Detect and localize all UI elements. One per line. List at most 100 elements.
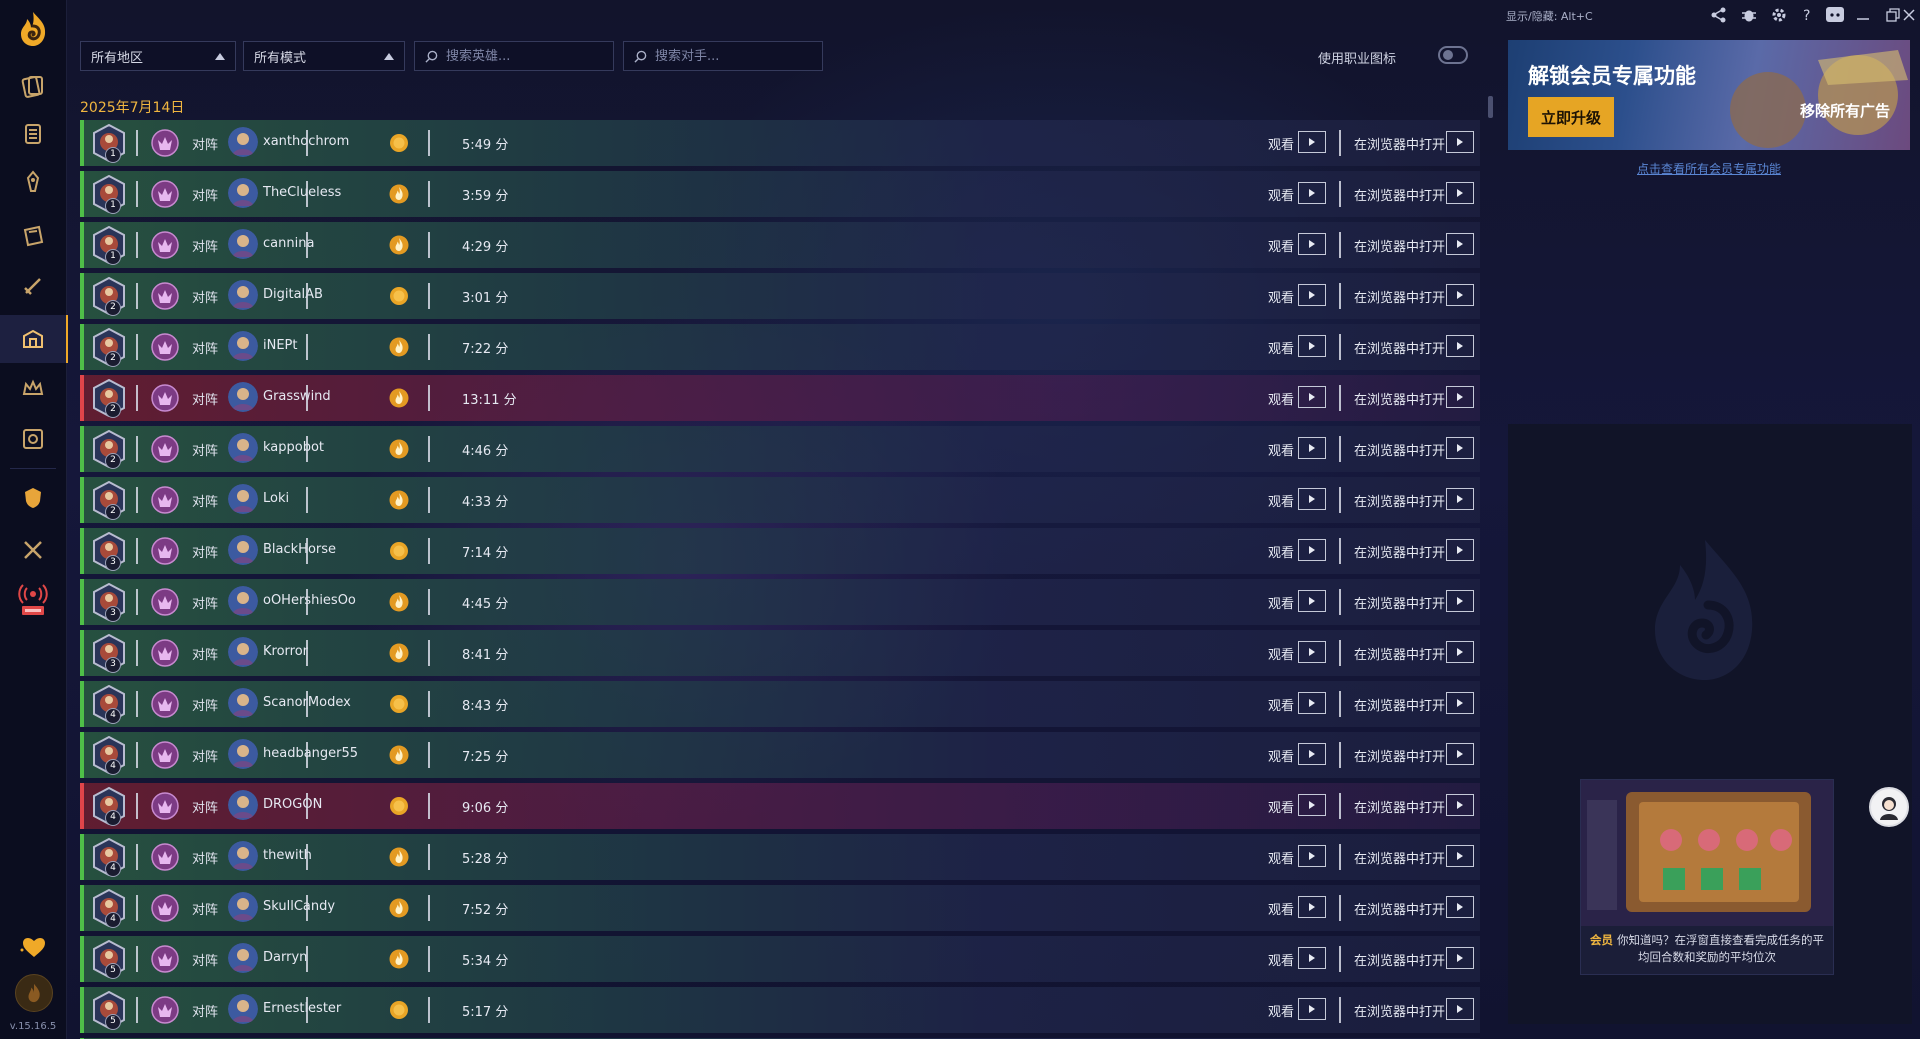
watch-play-button[interactable] bbox=[1298, 947, 1326, 969]
watch-label[interactable]: 观看 bbox=[1268, 185, 1294, 204]
sidebar-item-duels[interactable] bbox=[0, 526, 66, 574]
open-in-browser-button[interactable] bbox=[1446, 437, 1474, 459]
sidebar-item-mercenaries[interactable] bbox=[0, 415, 66, 463]
open-in-browser-button[interactable] bbox=[1446, 641, 1474, 663]
open-in-browser-label[interactable]: 在浏览器中打开 bbox=[1354, 389, 1445, 408]
share-icon[interactable] bbox=[1710, 6, 1728, 24]
open-in-browser-label[interactable]: 在浏览器中打开 bbox=[1354, 338, 1445, 357]
open-in-browser-label[interactable]: 在浏览器中打开 bbox=[1354, 491, 1445, 510]
sidebar-item-replays[interactable] bbox=[0, 315, 68, 363]
open-in-browser-label[interactable]: 在浏览器中打开 bbox=[1354, 134, 1445, 153]
watch-label[interactable]: 观看 bbox=[1268, 542, 1294, 561]
watch-play-button[interactable] bbox=[1298, 182, 1326, 204]
watch-label[interactable]: 观看 bbox=[1268, 797, 1294, 816]
match-row[interactable]: 1 对阵 xanthochrom 5:49 分 观看 在浏览器中打开 bbox=[80, 120, 1480, 166]
match-row[interactable]: 2 对阵 DigitalAB 3:01 分 观看 在浏览器中打开 bbox=[80, 273, 1480, 319]
sidebar-item-arena[interactable] bbox=[0, 474, 66, 522]
open-in-browser-button[interactable] bbox=[1446, 182, 1474, 204]
sidebar-item-favorites[interactable] bbox=[0, 923, 66, 971]
premium-promo-banner[interactable]: 解锁会员专属功能 立即升级 移除所有广告 bbox=[1508, 40, 1910, 150]
watch-play-button[interactable] bbox=[1298, 488, 1326, 510]
open-in-browser-label[interactable]: 在浏览器中打开 bbox=[1354, 287, 1445, 306]
watch-play-button[interactable] bbox=[1298, 233, 1326, 255]
open-in-browser-label[interactable]: 在浏览器中打开 bbox=[1354, 1001, 1445, 1020]
assistant-avatar[interactable] bbox=[1869, 787, 1909, 827]
watch-label[interactable]: 观看 bbox=[1268, 848, 1294, 867]
app-logo-icon[interactable] bbox=[13, 9, 53, 49]
match-row[interactable]: 2 对阵 kappobot 4:46 分 观看 在浏览器中打开 bbox=[80, 426, 1480, 472]
match-row[interactable]: 3 对阵 oOHershiesOo 4:45 分 观看 在浏览器中打开 bbox=[80, 579, 1480, 625]
watch-label[interactable]: 观看 bbox=[1268, 899, 1294, 918]
match-row[interactable]: 2 对阵 iNEPt 7:22 分 观看 在浏览器中打开 bbox=[80, 324, 1480, 370]
bug-report-icon[interactable] bbox=[1740, 6, 1758, 24]
match-row[interactable]: 1 对阵 cannina 4:29 分 观看 在浏览器中打开 bbox=[80, 222, 1480, 268]
gear-icon[interactable] bbox=[1770, 6, 1788, 24]
open-in-browser-button[interactable] bbox=[1446, 896, 1474, 918]
user-avatar[interactable] bbox=[15, 974, 53, 1012]
watch-play-button[interactable] bbox=[1298, 845, 1326, 867]
open-in-browser-label[interactable]: 在浏览器中打开 bbox=[1354, 440, 1445, 459]
tip-card[interactable]: 会员 你知道吗？在浮窗直接查看完成任务的平均回合数和奖励的平均位次 bbox=[1580, 779, 1834, 975]
sidebar-item-heroes[interactable] bbox=[0, 158, 66, 206]
sidebar-item-leaderboard[interactable] bbox=[0, 365, 66, 413]
open-in-browser-button[interactable] bbox=[1446, 692, 1474, 714]
watch-label[interactable]: 观看 bbox=[1268, 389, 1294, 408]
match-row[interactable]: 5 对阵 Ernestlester 5:17 分 观看 在浏览器中打开 bbox=[80, 987, 1480, 1033]
open-in-browser-button[interactable] bbox=[1446, 284, 1474, 306]
open-in-browser-button[interactable] bbox=[1446, 794, 1474, 816]
watch-play-button[interactable] bbox=[1298, 386, 1326, 408]
open-in-browser-button[interactable] bbox=[1446, 998, 1474, 1020]
minimize-icon[interactable] bbox=[1854, 6, 1872, 24]
watch-label[interactable]: 观看 bbox=[1268, 287, 1294, 306]
region-select[interactable]: 所有地区 bbox=[80, 41, 236, 71]
watch-label[interactable]: 观看 bbox=[1268, 134, 1294, 153]
watch-play-button[interactable] bbox=[1298, 794, 1326, 816]
opponent-search-box[interactable] bbox=[623, 41, 823, 71]
watch-label[interactable]: 观看 bbox=[1268, 695, 1294, 714]
open-in-browser-label[interactable]: 在浏览器中打开 bbox=[1354, 797, 1445, 816]
watch-play-button[interactable] bbox=[1298, 437, 1326, 459]
open-in-browser-button[interactable] bbox=[1446, 539, 1474, 561]
premium-features-link[interactable]: 点击查看所有会员专属功能 bbox=[1508, 160, 1910, 177]
watch-label[interactable]: 观看 bbox=[1268, 1001, 1294, 1020]
watch-play-button[interactable] bbox=[1298, 998, 1326, 1020]
discord-icon[interactable] bbox=[1825, 5, 1845, 25]
watch-play-button[interactable] bbox=[1298, 590, 1326, 612]
open-in-browser-label[interactable]: 在浏览器中打开 bbox=[1354, 746, 1445, 765]
open-in-browser-label[interactable]: 在浏览器中打开 bbox=[1354, 848, 1445, 867]
open-in-browser-button[interactable] bbox=[1446, 590, 1474, 612]
close-icon[interactable] bbox=[1900, 6, 1918, 24]
watch-label[interactable]: 观看 bbox=[1268, 644, 1294, 663]
watch-play-button[interactable] bbox=[1298, 284, 1326, 306]
open-in-browser-label[interactable]: 在浏览器中打开 bbox=[1354, 593, 1445, 612]
open-in-browser-button[interactable] bbox=[1446, 488, 1474, 510]
watch-label[interactable]: 观看 bbox=[1268, 746, 1294, 765]
class-icon-toggle[interactable] bbox=[1438, 46, 1468, 64]
watch-label[interactable]: 观看 bbox=[1268, 440, 1294, 459]
sidebar-item-battlegrounds[interactable] bbox=[0, 262, 66, 310]
list-scrollbar-thumb[interactable] bbox=[1488, 96, 1493, 118]
open-in-browser-label[interactable]: 在浏览器中打开 bbox=[1354, 185, 1445, 204]
open-in-browser-button[interactable] bbox=[1446, 743, 1474, 765]
open-in-browser-label[interactable]: 在浏览器中打开 bbox=[1354, 542, 1445, 561]
open-in-browser-button[interactable] bbox=[1446, 386, 1474, 408]
match-row[interactable]: 4 对阵 DROGON 9:06 分 观看 在浏览器中打开 bbox=[80, 783, 1480, 829]
match-row[interactable]: 3 对阵 Krorror 8:41 分 观看 在浏览器中打开 bbox=[80, 630, 1480, 676]
match-row[interactable]: 5 对阵 Darryn 5:34 分 观看 在浏览器中打开 bbox=[80, 936, 1480, 982]
watch-label[interactable]: 观看 bbox=[1268, 950, 1294, 969]
open-in-browser-label[interactable]: 在浏览器中打开 bbox=[1354, 950, 1445, 969]
help-icon[interactable]: ? bbox=[1798, 6, 1816, 24]
open-in-browser-button[interactable] bbox=[1446, 131, 1474, 153]
watch-play-button[interactable] bbox=[1298, 641, 1326, 663]
mode-select[interactable]: 所有模式 bbox=[243, 41, 405, 71]
sidebar-item-live[interactable] bbox=[0, 576, 66, 624]
opponent-search-input[interactable] bbox=[653, 47, 817, 65]
watch-label[interactable]: 观看 bbox=[1268, 338, 1294, 357]
open-in-browser-button[interactable] bbox=[1446, 845, 1474, 867]
upgrade-now-button[interactable]: 立即升级 bbox=[1528, 97, 1614, 137]
watch-play-button[interactable] bbox=[1298, 335, 1326, 357]
sidebar-item-meta[interactable] bbox=[0, 110, 66, 158]
open-in-browser-label[interactable]: 在浏览器中打开 bbox=[1354, 236, 1445, 255]
hero-search-input[interactable] bbox=[444, 47, 608, 65]
watch-play-button[interactable] bbox=[1298, 131, 1326, 153]
